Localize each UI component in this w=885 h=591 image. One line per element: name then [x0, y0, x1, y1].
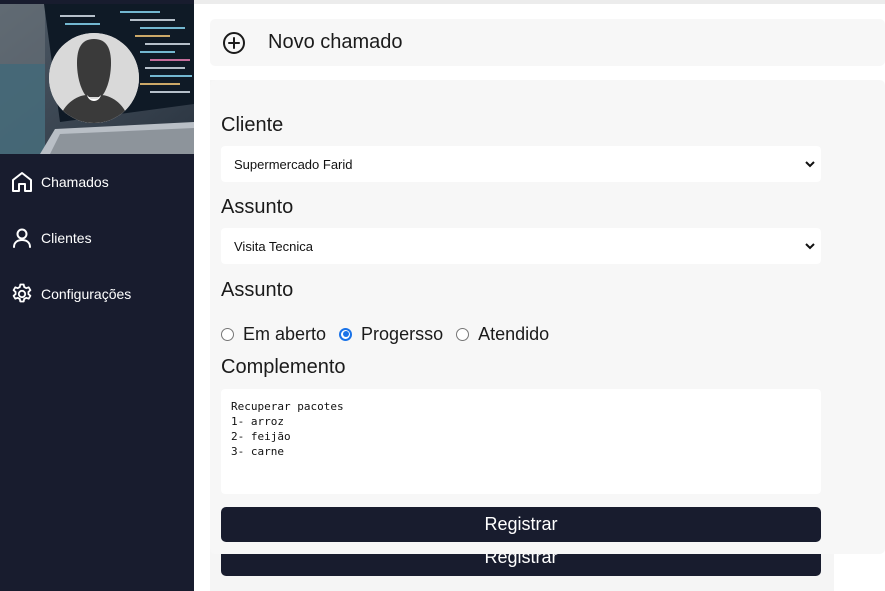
sidebar-item-chamados[interactable]: Chamados — [0, 154, 194, 210]
gear-icon — [10, 282, 34, 306]
sidebar-item-label: Chamados — [41, 174, 109, 190]
sidebar-item-label: Clientes — [41, 230, 92, 246]
assunto-label: Assunto — [221, 196, 294, 218]
top-divider — [194, 0, 885, 4]
chevron-down-icon — [805, 243, 815, 250]
radio-button-checked[interactable] — [339, 327, 353, 341]
sidebar-nav: Chamados Clientes Configurações — [0, 154, 194, 322]
radio-label: Atendido — [478, 323, 550, 344]
status-radio-em-aberto[interactable]: Em aberto — [221, 324, 326, 345]
register-button-label: Registrar — [484, 514, 558, 534]
assunto-select-value: Visita Tecnica — [234, 238, 314, 254]
cliente-select-value: Supermercado Farid — [234, 156, 353, 172]
page-title: Novo chamado — [268, 31, 403, 53]
user-icon — [10, 226, 34, 250]
page-header: Novo chamado — [210, 19, 885, 66]
cliente-label: Cliente — [221, 114, 284, 136]
complemento-label: Complemento — [221, 356, 346, 378]
status-radio-progersso[interactable]: Progersso — [339, 324, 443, 345]
radio-button[interactable] — [221, 327, 234, 341]
status-label: Assunto — [221, 279, 294, 301]
assunto-select[interactable]: Visita Tecnica — [221, 228, 821, 264]
register-button[interactable]: Registrar — [221, 507, 821, 542]
avatar-silhouette-icon — [49, 33, 139, 123]
sidebar-item-configuracoes[interactable]: Configurações — [0, 266, 194, 322]
home-icon — [10, 170, 34, 194]
radio-button[interactable] — [456, 327, 470, 341]
avatar — [49, 33, 139, 123]
status-radio-atendido[interactable]: Atendido — [456, 324, 549, 345]
status-radio-group: Em aberto Progersso Atendido — [221, 322, 562, 346]
sidebar-item-label: Configurações — [41, 286, 132, 302]
sidebar: Chamados Clientes Configurações — [0, 0, 194, 591]
radio-label: Em aberto — [243, 323, 327, 344]
plus-circle-icon — [222, 31, 246, 55]
sidebar-item-clientes[interactable]: Clientes — [0, 210, 194, 266]
ticket-form: Cliente Supermercado Farid Assunto Visit… — [210, 80, 885, 554]
complemento-textarea[interactable]: Recuperar pacotes 1- arroz 2- feijão 3- … — [221, 389, 821, 494]
main-content: Novo chamado Registrar Cliente Supermerc… — [194, 0, 885, 591]
radio-label: Progersso — [361, 323, 444, 344]
cliente-select[interactable]: Supermercado Farid — [221, 146, 821, 182]
chevron-down-icon — [805, 161, 815, 168]
